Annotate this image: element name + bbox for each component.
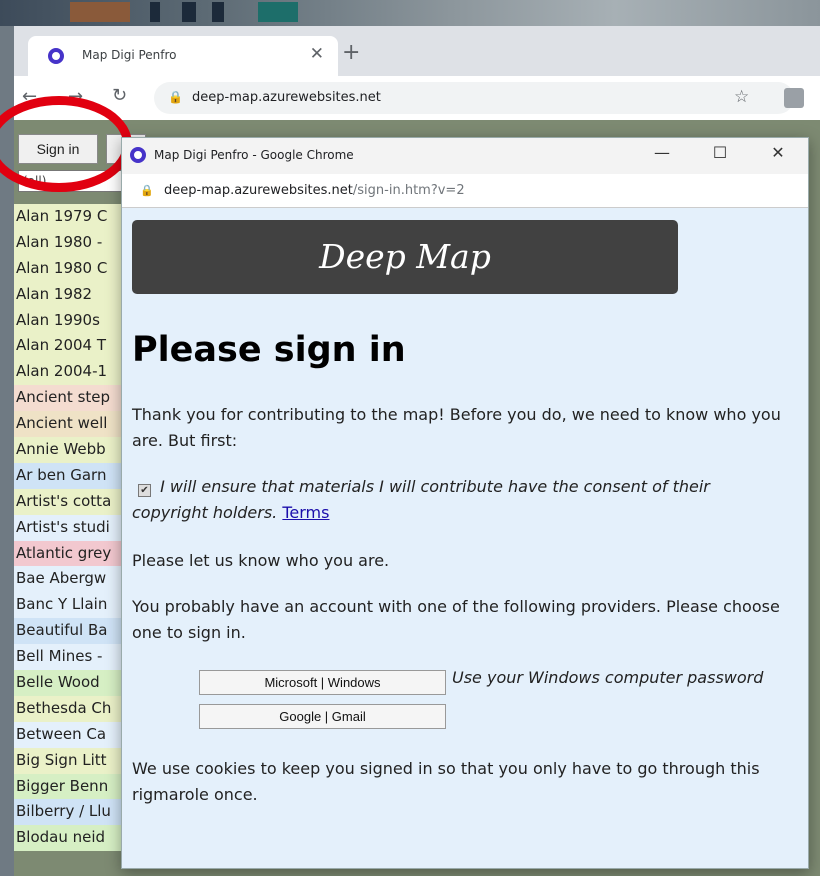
place-list: Alan 1979 C Alan 1980 - Alan 1980 C Alan 19… <box>14 204 134 852</box>
providers-intro-text: You probably have an account with one of… <box>132 597 780 642</box>
site-banner: Deep Map <box>132 220 678 294</box>
consent-row: ✔ I will ensure that materials I will co… <box>132 474 772 526</box>
tab-strip: Map Digi Penfro ✕ + <box>14 26 820 76</box>
page-title: Please sign in <box>132 330 406 370</box>
popup-url-path: /sign-in.htm?v=2 <box>352 183 465 198</box>
desktop-icon <box>258 2 298 22</box>
list-item[interactable]: Alan 2004-1 <box>14 359 134 386</box>
address-bar[interactable]: 🔒 deep-map.azurewebsites.net ☆ <box>154 82 804 114</box>
list-item[interactable]: Blodau neid <box>14 825 134 852</box>
list-item[interactable]: Alan 1979 C <box>14 204 134 230</box>
identify-text: Please let us know who you are. <box>132 551 390 570</box>
close-tab-icon[interactable]: ✕ <box>310 44 324 64</box>
list-item[interactable]: Big Sign Litt <box>14 747 134 774</box>
list-item[interactable]: Artist's studi <box>14 514 134 541</box>
consent-text: I will ensure that materials I will cont… <box>132 477 710 522</box>
list-item[interactable]: Bae Abergw <box>14 566 134 593</box>
extension-icon[interactable] <box>784 88 804 108</box>
list-item[interactable]: Artist's cotta <box>14 488 134 515</box>
address-url: deep-map.azurewebsites.net <box>192 90 381 105</box>
popup-url: deep-map.azurewebsites.net/sign-in.htm?v… <box>164 183 465 198</box>
sign-in-content: Deep Map Please sign in Thank you for co… <box>122 208 808 868</box>
list-item[interactable]: Atlantic grey <box>14 540 134 567</box>
popup-titlebar: Map Digi Penfro - Google Chrome — ☐ ✕ <box>122 138 808 174</box>
google-signin-button[interactable]: Google | Gmail <box>199 704 446 729</box>
list-item[interactable]: Banc Y Llain <box>14 592 134 619</box>
list-item[interactable]: Between Ca <box>14 721 134 748</box>
desktop-icon <box>70 2 130 22</box>
list-item[interactable]: Alan 1990s <box>14 307 134 334</box>
list-item[interactable]: Alan 2004 T <box>14 333 134 360</box>
list-item[interactable]: Belle Wood <box>14 670 134 696</box>
desktop-background <box>0 0 820 26</box>
list-item[interactable]: Ar ben Garn <box>14 462 134 489</box>
popup-address-bar: 🔒 deep-map.azurewebsites.net/sign-in.htm… <box>122 174 808 208</box>
bookmark-star-icon[interactable]: ☆ <box>734 87 749 107</box>
microsoft-hint-text: Use your Windows computer password <box>452 668 764 687</box>
popup-window-title: Map Digi Penfro - Google Chrome <box>154 148 354 162</box>
list-item[interactable]: Ancient step <box>14 385 134 412</box>
popup-url-host: deep-map.azurewebsites.net <box>164 183 353 198</box>
browser-toolbar: ← → ↻ 🔒 deep-map.azurewebsites.net ☆ <box>14 76 820 120</box>
list-item[interactable]: Beautiful Ba <box>14 618 134 645</box>
close-window-icon[interactable]: ✕ <box>758 143 798 162</box>
microsoft-signin-button[interactable]: Microsoft | Windows <box>199 670 446 695</box>
lock-icon: 🔒 <box>168 90 183 104</box>
list-item[interactable]: Bell Mines - <box>14 644 134 671</box>
desktop-icon <box>150 2 160 22</box>
list-item[interactable]: Alan 1980 C <box>14 255 134 282</box>
intro-text: Thank you for contributing to the map! B… <box>132 405 781 450</box>
reload-icon[interactable]: ↻ <box>112 85 127 106</box>
list-item[interactable]: Alan 1982 <box>14 281 134 308</box>
favicon-icon <box>130 147 146 163</box>
desktop-icon <box>182 2 196 22</box>
minimize-icon[interactable]: — <box>642 143 682 162</box>
consent-checkbox[interactable]: ✔ <box>138 484 151 497</box>
cookies-text: We use cookies to keep you signed in so … <box>132 759 760 804</box>
desktop-icon <box>212 2 224 22</box>
list-item[interactable]: Ancient well <box>14 411 134 438</box>
list-item[interactable]: Annie Webb <box>14 437 134 463</box>
tab-title: Map Digi Penfro <box>82 48 177 62</box>
sign-in-popup-window: Map Digi Penfro - Google Chrome — ☐ ✕ 🔒 … <box>121 137 809 869</box>
list-item[interactable]: Bilberry / Llu <box>14 799 134 826</box>
terms-link[interactable]: Terms <box>282 503 329 522</box>
list-item[interactable]: Alan 1980 - <box>14 229 134 256</box>
favicon-icon <box>48 48 64 64</box>
list-item[interactable]: Bigger Benn <box>14 773 134 800</box>
browser-tab[interactable]: Map Digi Penfro ✕ <box>28 36 338 76</box>
lock-icon: 🔒 <box>140 184 154 197</box>
list-item[interactable]: Bethesda Ch <box>14 695 134 722</box>
maximize-icon[interactable]: ☐ <box>700 143 740 162</box>
new-tab-icon[interactable]: + <box>342 40 360 65</box>
